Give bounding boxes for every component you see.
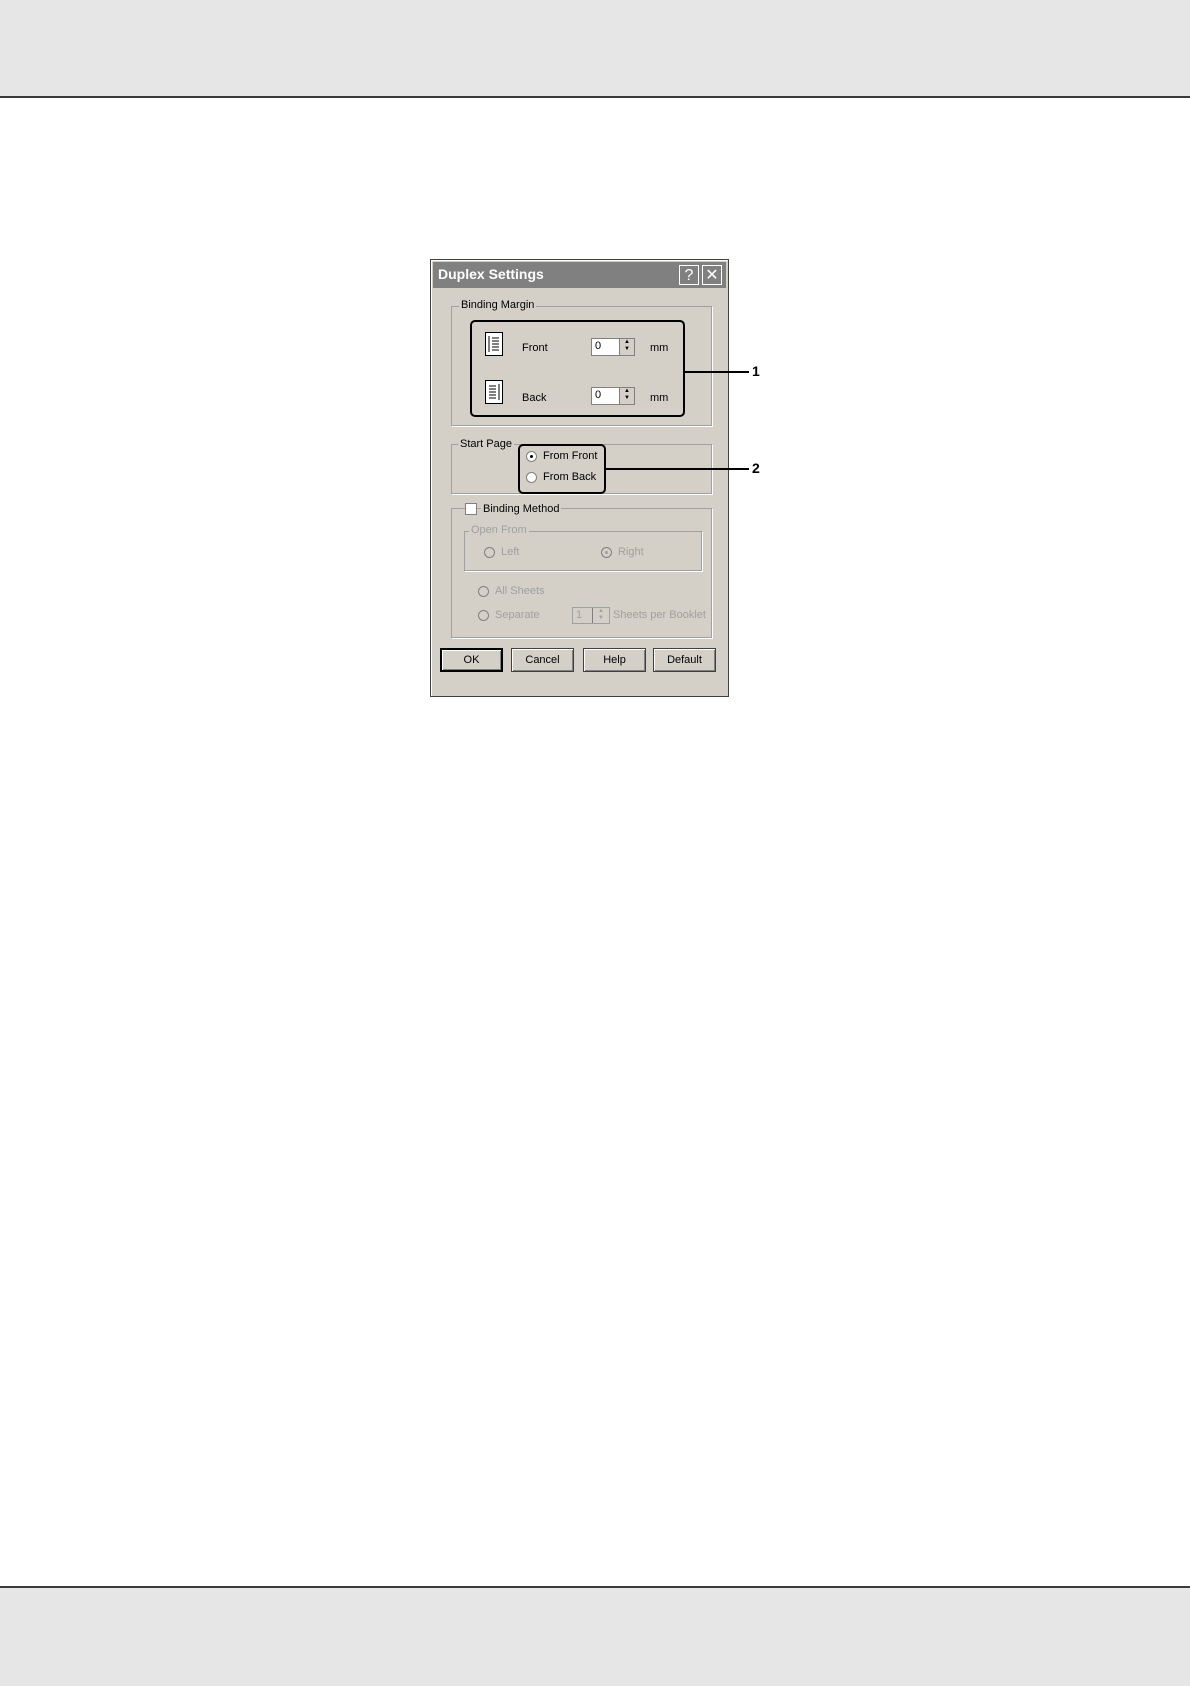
page-footer-band [0,1586,1190,1686]
open-from-right-radio[interactable] [601,547,612,558]
callout-number-1: 1 [752,363,760,379]
cancel-button[interactable]: Cancel [511,648,574,672]
open-from-left-label: Left [501,546,520,558]
callout-box-binding-margin [470,320,685,417]
ok-button[interactable]: OK [440,648,503,672]
separate-radio[interactable] [478,610,489,621]
default-button[interactable]: Default [653,648,716,672]
callout-box-start-page [518,444,606,494]
binding-method-checkbox[interactable] [465,503,477,515]
sheets-per-booklet-label: Sheets per Booklet [613,609,706,621]
spin-up-icon[interactable]: ▲ [593,608,609,615]
title-bar: Duplex Settings ? ✕ [433,262,726,288]
start-page-legend: Start Page [458,438,514,450]
open-from-legend: Open From [469,524,529,536]
binding-margin-legend: Binding Margin [459,299,537,311]
open-from-right-label: Right [618,546,644,558]
dialog-title: Duplex Settings [438,266,544,282]
sheets-value: 1 [576,609,583,621]
all-sheets-label: All Sheets [495,585,545,597]
callout-line-1 [683,371,749,373]
callout-line-2 [604,468,749,470]
binding-method-label: Binding Method [481,503,562,515]
sheets-per-booklet-spinner[interactable]: 1 ▲ ▼ [572,607,610,624]
help-icon[interactable]: ? [679,265,699,285]
close-icon[interactable]: ✕ [702,265,722,285]
callout-number-2: 2 [752,460,760,476]
all-sheets-radio[interactable] [478,586,489,597]
help-button[interactable]: Help [583,648,646,672]
open-from-left-radio[interactable] [484,547,495,558]
page-header-band [0,0,1190,98]
open-from-group: Open From [464,524,702,571]
separate-label: Separate [495,609,540,621]
spin-down-icon[interactable]: ▼ [593,615,609,622]
